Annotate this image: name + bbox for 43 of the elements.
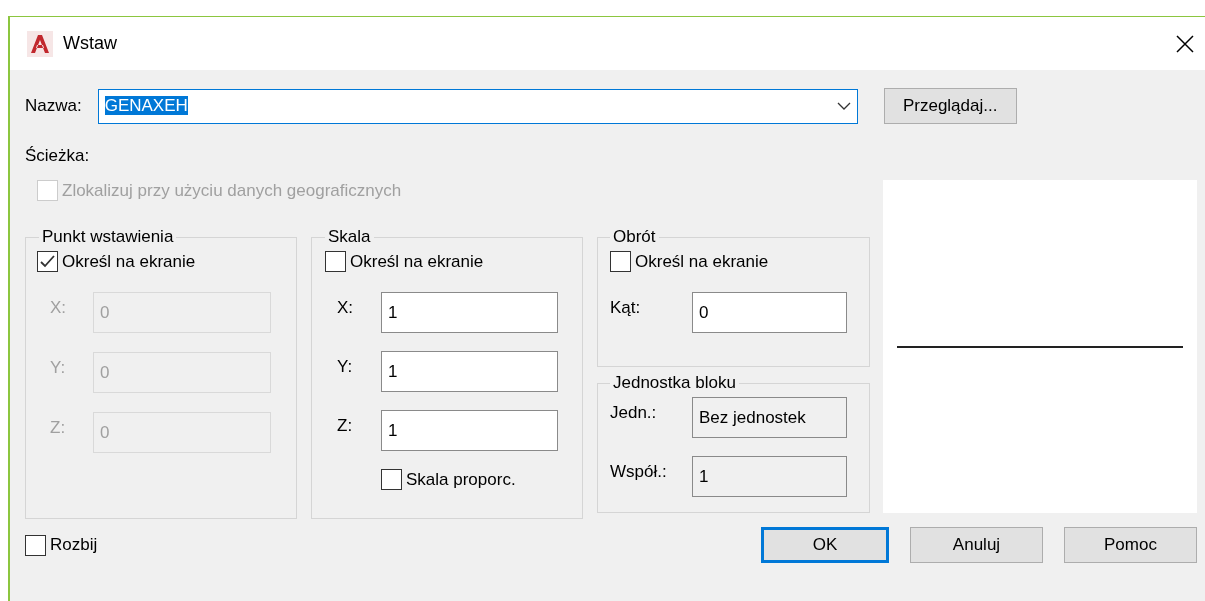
- field-label: Jedn.:: [610, 402, 658, 423]
- checkbox-label: Zlokalizuj przy użyciu danych geograficznych: [62, 180, 402, 201]
- checkbox-label: Określ na ekranie: [62, 251, 196, 272]
- field-label: Z:: [337, 415, 354, 436]
- checkbox-label: Rozbij: [50, 535, 98, 555]
- checkbox[interactable]: [610, 251, 631, 272]
- checkbox[interactable]: [325, 251, 346, 272]
- input-field[interactable]: 0: [692, 292, 847, 333]
- dialog-button[interactable]: Anuluj: [910, 527, 1043, 563]
- field-label: Kąt:: [610, 297, 642, 318]
- app-logo-icon: [27, 30, 53, 57]
- field-label: Y:: [337, 356, 354, 377]
- group-title: Punkt wstawienia: [41, 227, 175, 247]
- name-combo-box[interactable]: GENAXEH: [97, 88, 858, 124]
- path-label: Ścieżka:: [25, 146, 90, 166]
- field-label: Z:: [50, 417, 67, 438]
- browse-button[interactable]: Przeglądaj...: [883, 88, 1017, 124]
- input-field[interactable]: 1: [381, 410, 558, 451]
- checkmark-icon: [40, 255, 55, 268]
- checkbox[interactable]: [25, 534, 46, 556]
- checkbox[interactable]: [37, 251, 58, 272]
- checkbox-label: Określ na ekranie: [635, 251, 769, 272]
- close-icon[interactable]: [1175, 33, 1195, 54]
- input-field[interactable]: 1: [381, 351, 558, 392]
- value-display: 1: [692, 456, 847, 497]
- group-title: Obrót: [612, 227, 657, 247]
- checkbox-label: Określ na ekranie: [350, 251, 484, 272]
- checkbox[interactable]: [381, 469, 402, 490]
- name-value: GENAXEH: [104, 96, 188, 115]
- field-label: Współ.:: [610, 461, 668, 482]
- window-title: Wstaw: [63, 33, 118, 54]
- value-display: Bez jednostek: [692, 397, 847, 438]
- dialog-button[interactable]: Pomoc: [1064, 527, 1197, 563]
- dialog-button[interactable]: OK: [761, 527, 889, 563]
- field-label: Nazwa:: [25, 96, 82, 116]
- field-label: X:: [50, 297, 68, 318]
- checkbox-label: Skala proporc.: [406, 469, 516, 490]
- group-title: Skala: [327, 227, 372, 247]
- field-label: X:: [337, 297, 355, 318]
- group-title: Jednostka bloku: [612, 373, 737, 393]
- input-field[interactable]: 1: [381, 292, 558, 333]
- dropdown-chevron-icon[interactable]: [836, 102, 851, 110]
- field-label: Y:: [50, 357, 67, 378]
